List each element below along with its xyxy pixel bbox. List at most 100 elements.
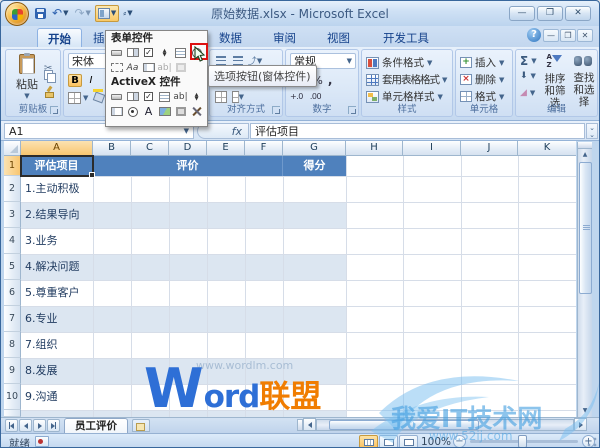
scroll-down-arrow[interactable]: ▼ — [578, 405, 592, 416]
row-header-10[interactable]: 10 — [4, 384, 21, 410]
row-header-8[interactable]: 8 — [4, 332, 21, 358]
vertical-scrollbar[interactable]: ▲ ▼ — [577, 142, 592, 417]
scroll-left-arrow[interactable] — [303, 418, 316, 431]
activex-label-icon[interactable]: A — [141, 105, 156, 119]
fill-button[interactable]: ⬇ ▼ — [520, 71, 536, 81]
clear-button[interactable]: ◢ ▼ — [520, 88, 535, 98]
cell-a8[interactable]: 7.组织 — [25, 332, 175, 358]
cell-a5[interactable]: 4.解决问题 — [25, 254, 175, 280]
clipboard-dialog-launcher[interactable] — [50, 106, 58, 114]
zoom-thumb[interactable] — [518, 435, 527, 447]
record-macro-button[interactable] — [35, 436, 49, 447]
borders-button[interactable]: ▼ — [68, 92, 88, 104]
row-header-9[interactable]: 9 — [4, 358, 21, 384]
row-header-4[interactable]: 4 — [4, 228, 21, 254]
format-as-table-button[interactable]: 套用表格格式 ▼ — [366, 72, 447, 87]
column-header-f[interactable]: F — [245, 141, 283, 156]
find-select-button[interactable]: 查找和选择 — [569, 53, 597, 108]
cell-a6[interactable]: 5.尊重客户 — [25, 280, 175, 306]
conditional-formatting-button[interactable]: 条件格式 ▼ — [366, 55, 432, 70]
activex-list-box-icon[interactable] — [157, 90, 172, 104]
worksheet-grid[interactable]: A B C D E F G H I J K 1 2 3 4 5 6 7 8 9 … — [4, 141, 576, 417]
row-header-3[interactable]: 3 — [4, 202, 21, 228]
page-break-view-button[interactable] — [399, 435, 418, 447]
cell-g1[interactable]: 得分 — [283, 156, 346, 176]
help-button[interactable]: ? — [527, 28, 541, 42]
tab-data[interactable]: 数据 — [209, 28, 252, 48]
row-header-1[interactable]: 1 — [4, 156, 21, 176]
comma-button[interactable]: , — [328, 73, 333, 87]
tab-home[interactable]: 开始 — [37, 28, 82, 48]
cell-a2[interactable]: 1.主动积极 — [25, 176, 175, 202]
form-list-box-icon[interactable] — [173, 46, 188, 60]
select-all-corner[interactable] — [4, 141, 21, 156]
column-header-b[interactable]: B — [93, 141, 131, 156]
cell-a7[interactable]: 6.专业 — [25, 306, 175, 332]
form-scroll-bar-icon[interactable] — [141, 61, 156, 75]
activex-scroll-bar-icon[interactable] — [109, 105, 124, 119]
row-header-7[interactable]: 7 — [4, 306, 21, 332]
last-sheet-button[interactable] — [47, 419, 60, 432]
next-sheet-button[interactable] — [33, 419, 46, 432]
first-sheet-button[interactable] — [5, 419, 18, 432]
resize-grip[interactable] — [586, 436, 598, 447]
zoom-out-button[interactable]: − — [453, 435, 466, 447]
zoom-track[interactable] — [470, 435, 578, 447]
vertical-scroll-thumb[interactable] — [579, 162, 592, 294]
tab-view[interactable]: 视图 — [317, 28, 360, 48]
column-header-d[interactable]: D — [169, 141, 207, 156]
alignment-dialog-launcher[interactable] — [272, 106, 280, 114]
column-header-c[interactable]: C — [131, 141, 169, 156]
column-header-h[interactable]: H — [346, 141, 403, 156]
activex-more-controls-icon[interactable] — [189, 105, 204, 119]
paste-button[interactable]: 粘贴 ▼ — [12, 53, 42, 106]
activex-check-box-icon[interactable]: ✓ — [141, 90, 156, 104]
previous-sheet-button[interactable] — [19, 419, 32, 432]
activex-toggle-icon[interactable] — [173, 105, 188, 119]
column-header-a[interactable]: A — [21, 141, 93, 156]
row-header-6[interactable]: 6 — [4, 280, 21, 306]
workbook-close-button[interactable]: ✕ — [577, 29, 593, 42]
activex-image-icon[interactable] — [157, 105, 172, 119]
column-header-g[interactable]: G — [283, 141, 346, 156]
cell-a4[interactable]: 3.业务 — [25, 228, 175, 254]
minimize-button[interactable]: — — [509, 6, 535, 21]
activex-spin-button-icon[interactable]: ▲ ▼ — [189, 90, 204, 104]
delete-cells-button[interactable]: × 删除 ▼ — [460, 72, 504, 87]
row-header-11[interactable] — [4, 410, 21, 417]
bold-button[interactable]: B — [68, 74, 82, 87]
formula-input[interactable]: 评估项目 — [250, 123, 585, 139]
zoom-level[interactable]: 100% — [421, 436, 451, 447]
cell-a3[interactable]: 2.结果导向 — [25, 202, 175, 228]
insert-worksheet-button[interactable] — [132, 419, 150, 432]
activex-text-box-icon[interactable]: ab| — [173, 90, 188, 104]
horizontal-scroll-track[interactable] — [316, 418, 574, 431]
scroll-up-arrow[interactable]: ▲ — [578, 149, 592, 160]
form-check-box-icon[interactable]: ✓ — [141, 46, 156, 60]
tab-developer[interactable]: 开发工具 — [373, 28, 439, 48]
column-header-k[interactable]: K — [518, 141, 576, 156]
form-button-icon[interactable] — [109, 46, 124, 60]
expand-formula-bar-button[interactable]: ⌄ ⌄ — [586, 123, 598, 139]
column-header-i[interactable]: I — [403, 141, 461, 156]
vertical-split-handle[interactable] — [578, 142, 592, 149]
tab-review[interactable]: 审阅 — [263, 28, 306, 48]
workbook-minimize-button[interactable]: — — [543, 29, 559, 42]
normal-view-button[interactable] — [359, 435, 378, 447]
row-header-5[interactable]: 5 — [4, 254, 21, 280]
increase-decimal-button[interactable]: +.0 — [290, 92, 303, 101]
sheet-tab-active[interactable]: 员工评价 — [64, 418, 128, 433]
italic-button[interactable]: I — [84, 74, 98, 87]
autosum-button[interactable]: Σ ▼ — [520, 54, 537, 68]
activex-option-button-icon[interactable] — [125, 105, 140, 119]
restore-button[interactable]: ❐ — [537, 6, 563, 21]
page-layout-view-button[interactable] — [379, 435, 398, 447]
scroll-right-arrow[interactable] — [574, 418, 587, 431]
horizontal-scroll-thumb[interactable] — [329, 419, 479, 430]
form-label-icon[interactable]: Aa — [125, 61, 140, 75]
column-header-e[interactable]: E — [207, 141, 245, 156]
workbook-restore-button[interactable]: ❐ — [560, 29, 576, 42]
form-spin-button-icon[interactable]: ▲ ▼ — [157, 46, 172, 60]
decrease-decimal-button[interactable]: .00 — [310, 92, 322, 101]
column-header-j[interactable]: J — [461, 141, 518, 156]
